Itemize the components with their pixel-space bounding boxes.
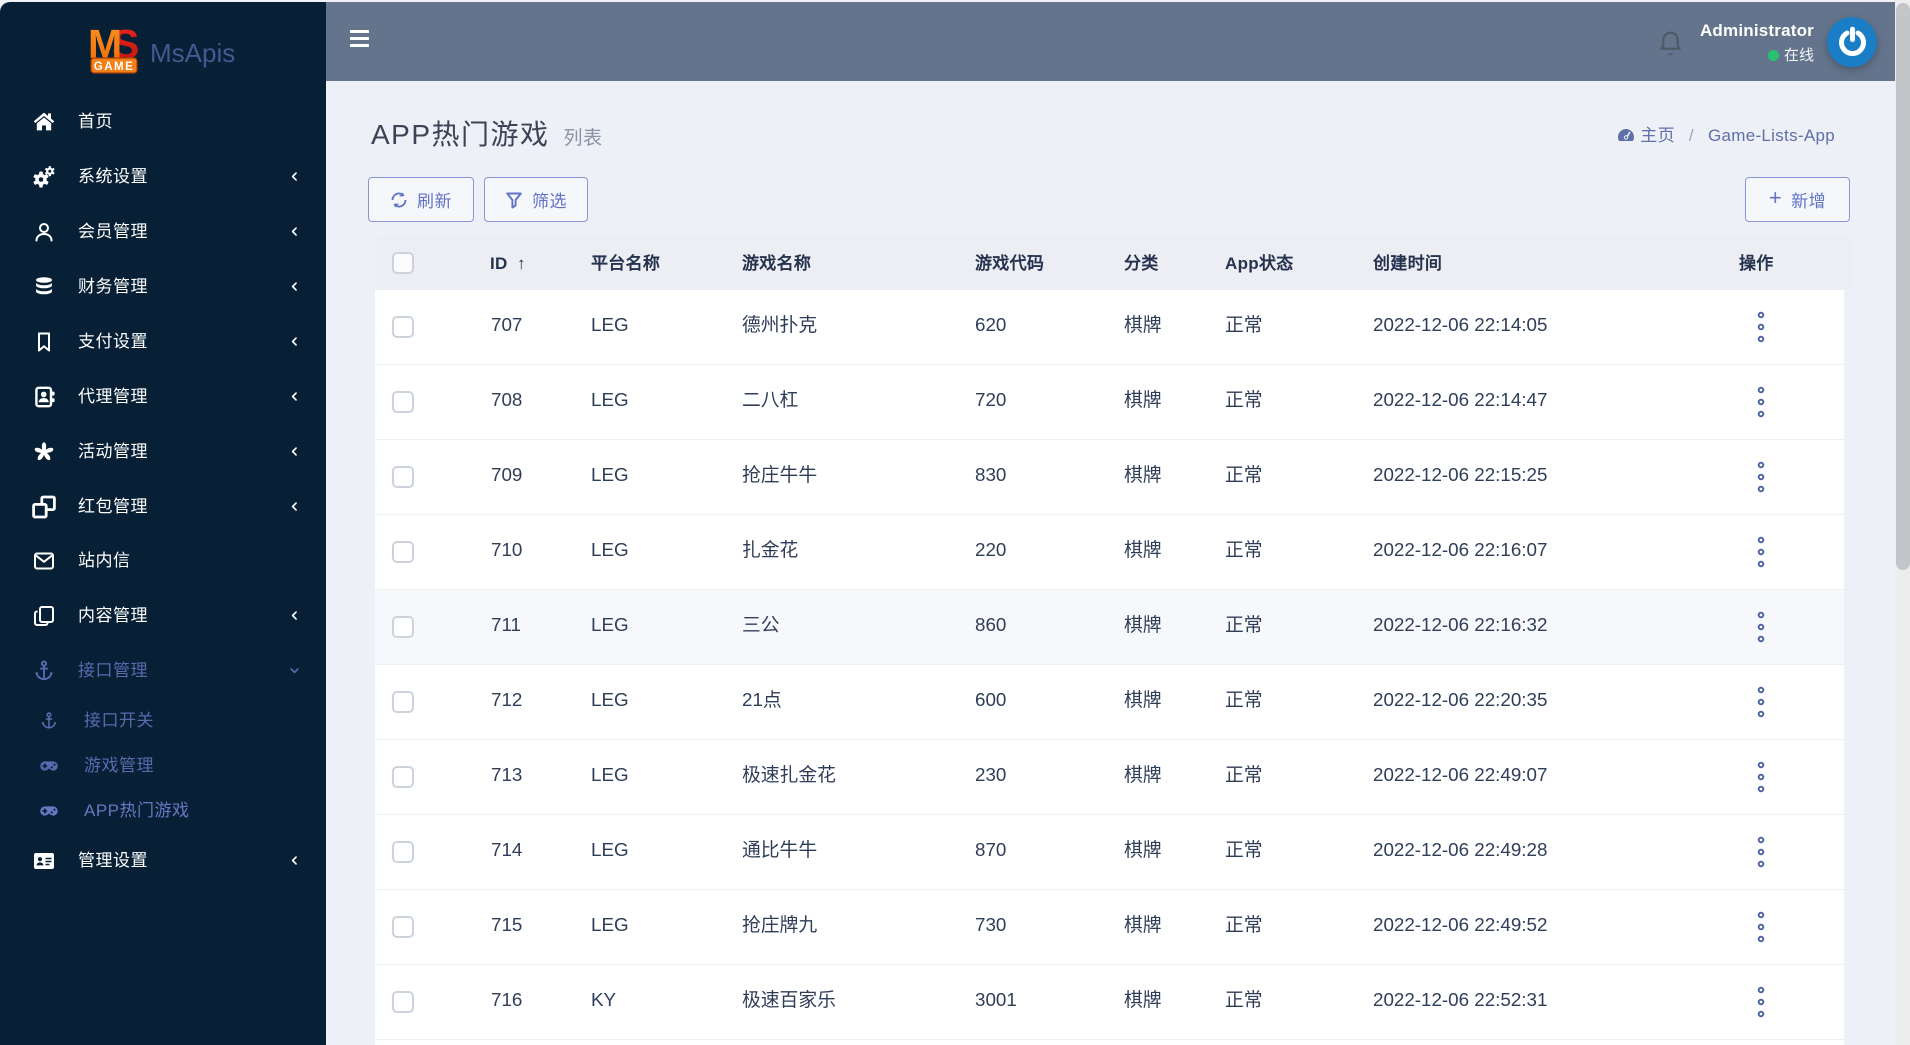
svg-text:GAME: GAME — [94, 61, 135, 73]
